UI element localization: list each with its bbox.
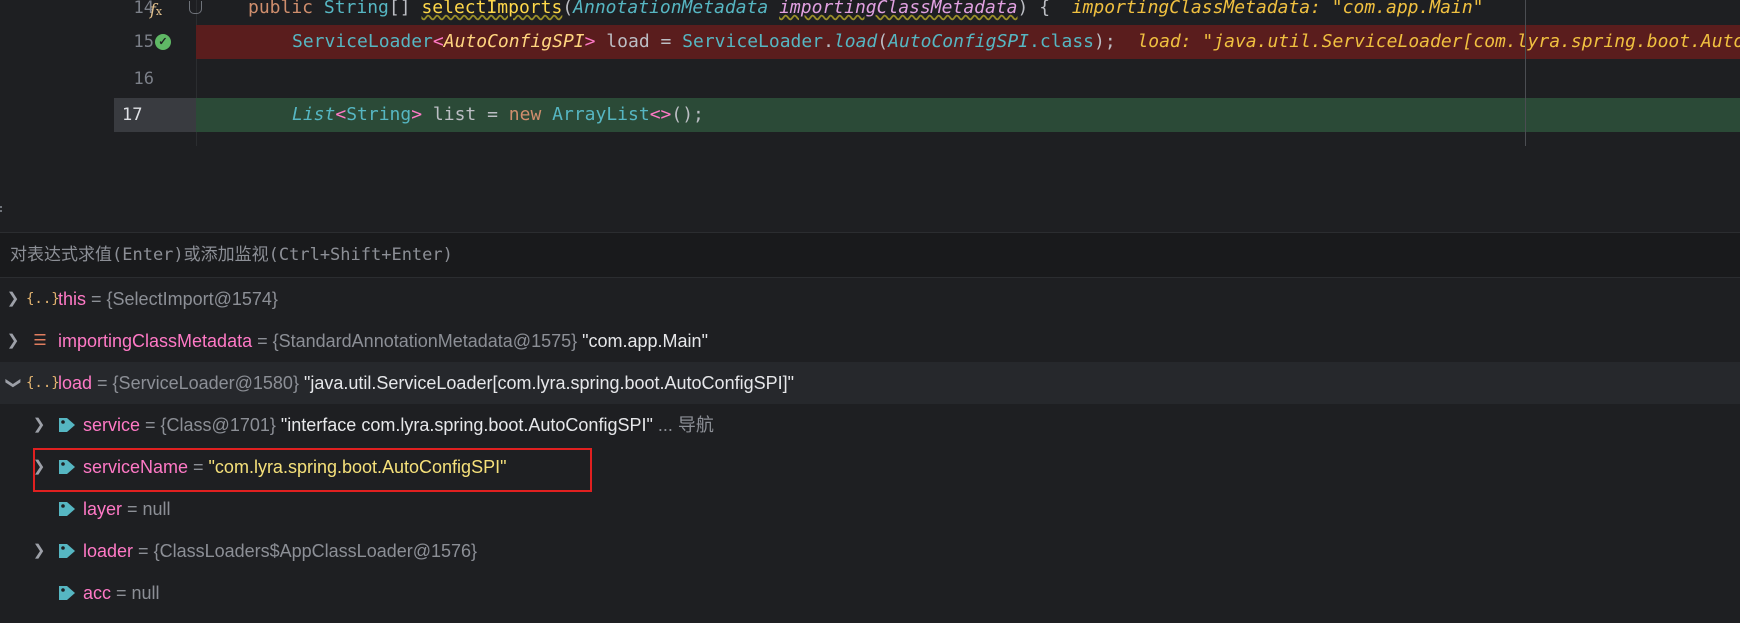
- code-editor[interactable]: 14 fx public String[] selectImports(Anno…: [0, 0, 1740, 146]
- code-line-17[interactable]: 17 List<String> list = new ArrayList<>()…: [0, 98, 1740, 132]
- code-text: public String[] selectImports(Annotation…: [248, 0, 1484, 25]
- object-icon: {..}: [26, 375, 60, 391]
- variable-row-loader[interactable]: ❯ loader = {ClassLoaders$AppClassLoader@…: [0, 530, 1740, 572]
- field-tag-icon: [56, 500, 78, 520]
- right-margin-guide: [1525, 0, 1526, 146]
- variable-row-layer[interactable]: layer = null: [0, 488, 1740, 530]
- field-tag-icon: [56, 458, 78, 478]
- inline-value-hint: load: "java.util.ServiceLoader[com.lyra.…: [1137, 31, 1740, 52]
- chevron-right-icon[interactable]: ❯: [30, 446, 48, 488]
- fold-icon[interactable]: [189, 1, 202, 14]
- parameter-icon: ☰: [33, 332, 47, 349]
- variable-row-this[interactable]: ❯ {..} this = {SelectImport@1574}: [0, 278, 1740, 320]
- code-text: List<String> list = new ArrayList<>();: [292, 104, 704, 125]
- chevron-right-icon[interactable]: ❯: [4, 320, 22, 362]
- field-tag-icon: [56, 584, 78, 604]
- code-line-15[interactable]: 15 ✓ ServiceLoader<AutoConfigSPI> load =…: [0, 25, 1740, 59]
- evaluate-expression-bar: [0, 232, 1740, 278]
- line-number: 14: [133, 0, 154, 18]
- code-line-14[interactable]: 14 fx public String[] selectImports(Anno…: [0, 0, 1740, 25]
- breakpoint-check-icon[interactable]: ✓: [155, 34, 171, 50]
- navigate-link[interactable]: ... 导航: [653, 415, 714, 435]
- variable-row-importingClassMetadata[interactable]: ❯ ☰ importingClassMetadata = {StandardAn…: [0, 320, 1740, 362]
- field-tag-icon: [56, 542, 78, 562]
- chevron-right-icon[interactable]: ❯: [4, 278, 22, 320]
- line-number: 15: [133, 32, 154, 52]
- line-number: 17: [122, 105, 143, 125]
- evaluate-expression-input[interactable]: [10, 233, 1510, 277]
- chevron-right-icon[interactable]: ❯: [30, 404, 48, 446]
- line-number: 16: [133, 69, 154, 89]
- field-tag-icon: [56, 416, 78, 436]
- chevron-right-icon[interactable]: ❯: [30, 530, 48, 572]
- variable-row-service[interactable]: ❯ service = {Class@1701} "interface com.…: [0, 404, 1740, 446]
- code-text: ServiceLoader<AutoConfigSPI> load = Serv…: [292, 25, 1740, 59]
- variable-row-serviceName[interactable]: ❯ serviceName = "com.lyra.spring.boot.Au…: [0, 446, 1740, 488]
- code-line-16[interactable]: 16: [0, 62, 1740, 96]
- panel-splitter-handle[interactable]: [0, 206, 3, 216]
- variable-row-acc[interactable]: acc = null: [0, 572, 1740, 614]
- variable-row-load[interactable]: ❯ {..} load = {ServiceLoader@1580} "java…: [0, 362, 1740, 404]
- inline-value-hint: importingClassMetadata: "com.app.Main": [1071, 0, 1484, 18]
- object-icon: {..}: [26, 291, 60, 307]
- method-fx-icon[interactable]: fx: [150, 0, 162, 20]
